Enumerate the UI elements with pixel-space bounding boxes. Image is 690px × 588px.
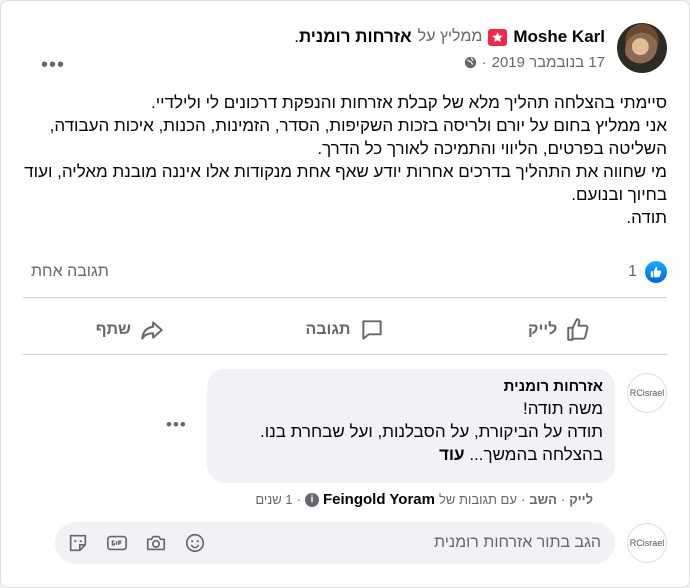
smiley-icon[interactable] [184, 532, 206, 554]
info-icon[interactable]: i [305, 492, 319, 507]
comment-time[interactable]: 1 שנים [255, 492, 292, 507]
replied-by-name[interactable]: Feingold Yoram [323, 491, 435, 508]
comment-line: בהצלחה בהמשך... [469, 445, 603, 464]
post-header: Moshe Karl ממליץ על אזרחות רומנית. 17 בנ… [23, 21, 667, 77]
comment-line: משה תודה! [523, 399, 603, 418]
meta-separator: · [296, 492, 301, 507]
share-icon [139, 317, 165, 343]
comment-button-label: תגובה [305, 321, 351, 338]
globe-icon [464, 56, 477, 69]
comment-text: משה תודה! תודה על הביקורת, על הסבלנות, ו… [219, 397, 603, 466]
reactions-row: 1 תגובה אחת [23, 259, 667, 285]
comment-author[interactable]: אזרחות רומנית [219, 377, 603, 397]
divider [23, 297, 667, 298]
recommends-text: ממליץ על [417, 28, 483, 45]
meta-separator: · [520, 492, 526, 507]
comment-reply-button[interactable]: השב [529, 492, 557, 507]
comment-options-button[interactable]: ••• [166, 415, 187, 435]
comments-count-link[interactable]: תגובה אחת [31, 263, 109, 281]
post-options-button[interactable]: ••• [41, 54, 65, 77]
comment-like-button[interactable]: לייק [569, 492, 593, 507]
commenter-avatar[interactable]: RCisrael [627, 373, 667, 413]
sticker-icon[interactable] [67, 532, 89, 554]
comment-icon [359, 317, 385, 343]
author-name[interactable]: Moshe Karl [513, 27, 605, 47]
post-body-line: תודה. [626, 208, 667, 227]
reply-avatar-logo: RCisrael [629, 537, 665, 548]
post-body-line: אני ממליץ בחום על יורם ולריסה בזכות השקי… [49, 116, 667, 158]
camera-icon[interactable] [145, 532, 167, 554]
divider [23, 354, 667, 355]
comment-meta: לייק · השב · עם תגובות של Feingold Yoram… [255, 491, 593, 508]
thumbs-up-icon [565, 317, 591, 343]
like-reaction-icon[interactable] [645, 261, 667, 283]
replied-by-prefix: עם תגובות של [438, 492, 517, 507]
like-count[interactable]: 1 [628, 263, 637, 281]
like-button-label: לייק [528, 321, 558, 338]
gif-icon[interactable] [106, 532, 128, 554]
post-date[interactable]: 17 בנובמבר 2019 [492, 54, 605, 71]
like-button[interactable]: לייק [452, 308, 667, 352]
reply-avatar[interactable]: RCisrael [627, 523, 667, 563]
post-actions: לייק תגובה שתף [23, 308, 667, 352]
reply-tools [67, 532, 206, 554]
post-card: Moshe Karl ממליץ על אזרחות רומנית. 17 בנ… [0, 0, 690, 588]
post-body-line: מי שחווה את התהליך בדרכים אחרות יודע שאף… [24, 162, 667, 204]
post-body-line: סיימתי בהצלחה תהליך מלא של קבלת אזרחות ו… [151, 93, 667, 112]
page-link[interactable]: אזרחות רומנית [299, 27, 412, 46]
meta-separator: · [560, 492, 566, 507]
post-body: סיימתי בהצלחה תהליך מלא של קבלת אזרחות ו… [12, 91, 667, 229]
share-button[interactable]: שתף [23, 308, 238, 352]
share-button-label: שתף [95, 321, 131, 338]
commenter-avatar-logo: RCisrael [629, 387, 665, 398]
post-meta: 17 בנובמבר 2019 · [464, 54, 605, 71]
reply-box [55, 522, 615, 564]
reply-input[interactable] [241, 522, 601, 564]
comment-bubble: אזרחות רומנית משה תודה! תודה על הביקורת,… [207, 369, 615, 483]
header-title: Moshe Karl ממליץ על אזרחות רומנית. [294, 27, 605, 47]
comment-button[interactable]: תגובה [238, 308, 453, 352]
recommend-icon [488, 28, 508, 46]
see-more-link[interactable]: עוד [439, 445, 465, 464]
author-avatar[interactable] [617, 23, 667, 73]
date-separator: · [481, 54, 487, 71]
comment-line: תודה על הביקורת, על הסבלנות, ועל שבחרת ב… [260, 422, 603, 441]
